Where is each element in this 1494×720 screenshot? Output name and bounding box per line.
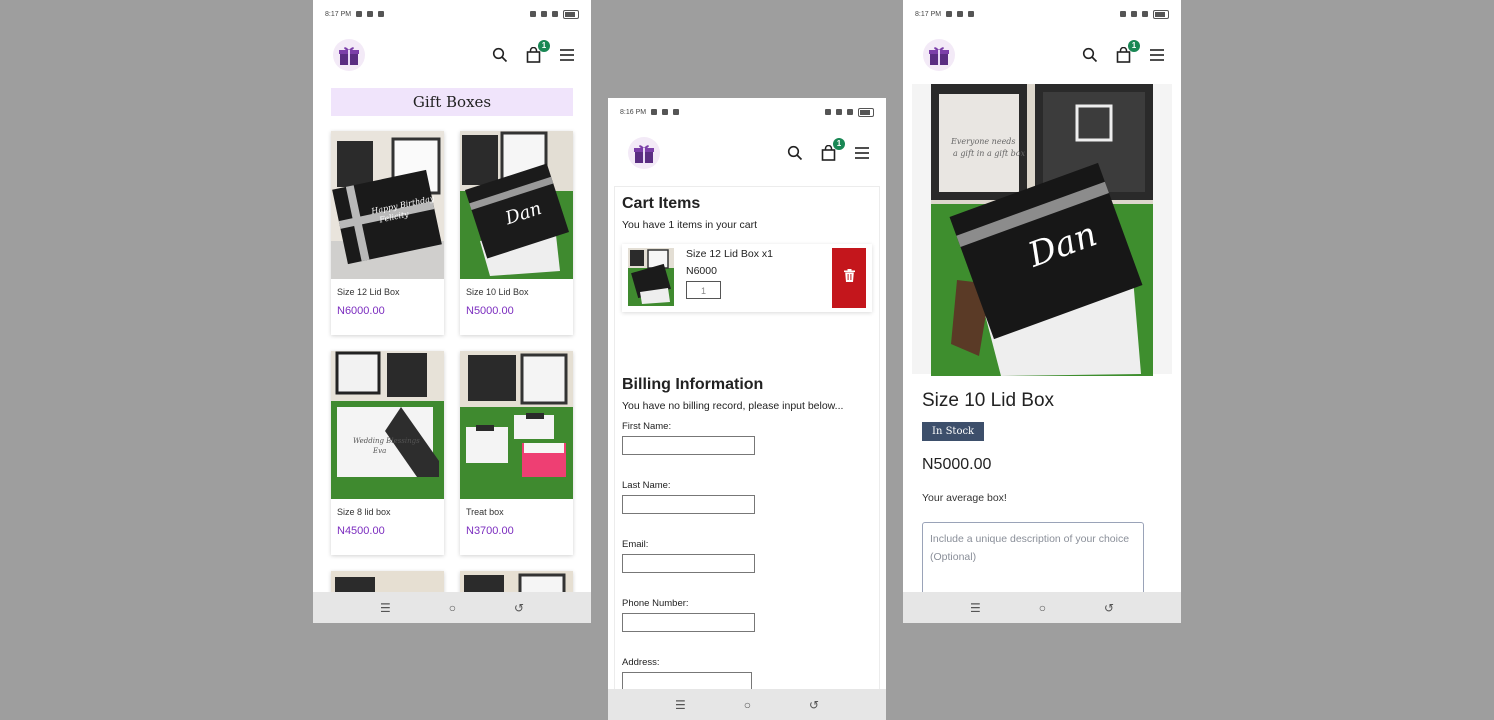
product-card[interactable]: Treat box N3700.00 — [460, 351, 573, 555]
trash-icon — [843, 269, 855, 287]
cart-item-price: N6000 — [686, 265, 717, 277]
cart-title: Cart Items — [622, 195, 701, 212]
phone-label: Phone Number: — [622, 598, 689, 609]
category-title: Gift Boxes — [331, 88, 573, 116]
cart-count-badge: 1 — [833, 138, 845, 150]
battery-icon — [1153, 9, 1169, 19]
search-icon[interactable] — [787, 145, 803, 161]
back-icon[interactable]: ↺ — [514, 601, 524, 615]
phone-screen-catalog: 8:17 PM 1 Gift Boxes Happy Birthday Felic… — [313, 0, 591, 623]
billing-subtitle: You have no billing record, please input… — [622, 400, 844, 412]
cart-icon[interactable]: 1 — [821, 138, 845, 161]
product-price: N3700.00 — [466, 525, 514, 537]
product-description: Your average box! — [922, 492, 1007, 504]
cart-subtitle: You have 1 items in your cart — [622, 219, 758, 231]
status-time: 8:16 PM — [620, 108, 647, 116]
recents-icon[interactable]: ☰ — [970, 601, 981, 615]
cart-item-name: Size 12 Lid Box x1 — [686, 248, 773, 260]
status-time: 8:17 PM — [915, 10, 942, 18]
product-name: Size 12 Lid Box — [337, 287, 400, 297]
quantity-input[interactable]: 1 — [686, 281, 721, 299]
system-nav-bar: ☰ ○ ↺ — [313, 592, 591, 623]
svg-text:Everyone needs: Everyone needs — [950, 137, 1016, 146]
product-image: Happy Birthday Felicity — [331, 131, 444, 279]
product-price: N5000.00 — [466, 305, 514, 317]
phone-field[interactable] — [622, 613, 755, 632]
search-icon[interactable] — [492, 47, 508, 63]
home-icon[interactable]: ○ — [449, 601, 456, 615]
status-time: 8:17 PM — [325, 10, 352, 18]
phone-screen-cart: 8:16 PM 1 Cart Items You have 1 items in… — [608, 98, 886, 720]
product-image: Everyone needs a gift in a gift box Dan — [912, 84, 1172, 376]
search-icon[interactable] — [1082, 47, 1098, 63]
cart-item: Size 12 Lid Box x1 N6000 1 — [622, 244, 872, 312]
system-nav-bar: ☰ ○ ↺ — [608, 689, 886, 720]
product-name: Treat box — [466, 507, 504, 517]
recents-icon[interactable]: ☰ — [380, 601, 391, 615]
product-price: N6000.00 — [337, 305, 385, 317]
battery-icon — [563, 9, 579, 19]
cart-count-badge: 1 — [538, 40, 550, 52]
custom-description-input[interactable]: Include a unique description of your cho… — [922, 522, 1144, 602]
product-price: N4500.00 — [337, 525, 385, 537]
email-field[interactable] — [622, 554, 755, 573]
cart-icon[interactable]: 1 — [1116, 40, 1140, 63]
battery-icon — [858, 107, 874, 117]
logo[interactable] — [333, 39, 365, 71]
last-name-label: Last Name: — [622, 480, 671, 491]
product-card[interactable]: Wedding Blessings Eva Size 8 lid box N450… — [331, 351, 444, 555]
product-price: N5000.00 — [922, 456, 992, 473]
product-card[interactable]: Dan Size 10 Lid Box N5000.00 — [460, 131, 573, 335]
svg-text:Eva: Eva — [372, 447, 386, 455]
stock-badge: In Stock — [922, 422, 985, 441]
app-header: 1 — [313, 28, 591, 82]
first-name-field[interactable] — [622, 436, 755, 455]
back-icon[interactable]: ↺ — [809, 698, 819, 712]
product-title: Size 10 Lid Box — [922, 390, 1055, 411]
home-icon[interactable]: ○ — [1039, 601, 1046, 615]
status-bar: 8:17 PM — [313, 0, 591, 28]
last-name-field[interactable] — [622, 495, 755, 514]
product-name: Size 10 Lid Box — [466, 287, 529, 297]
app-header: 1 — [608, 126, 886, 180]
product-image: Wedding Blessings Eva — [331, 351, 444, 499]
cart-panel: Cart Items You have 1 items in your cart… — [614, 186, 880, 712]
status-bar: 8:17 PM — [903, 0, 1181, 28]
back-icon[interactable]: ↺ — [1104, 601, 1114, 615]
product-card[interactable]: Happy Birthday Felicity Size 12 Lid Box N… — [331, 131, 444, 335]
recents-icon[interactable]: ☰ — [675, 698, 686, 712]
cart-count-badge: 1 — [1128, 40, 1140, 52]
phone-screen-product: 8:17 PM 1 Everyone needs a gift in a gift… — [903, 0, 1181, 623]
logo[interactable] — [923, 39, 955, 71]
product-name: Size 8 lid box — [337, 507, 391, 517]
product-image: Dan — [460, 131, 573, 279]
home-icon[interactable]: ○ — [744, 698, 751, 712]
billing-title: Billing Information — [622, 376, 764, 393]
first-name-label: First Name: — [622, 421, 672, 432]
svg-text:a gift in a gift box: a gift in a gift box — [953, 149, 1026, 158]
status-bar: 8:16 PM — [608, 98, 886, 126]
address-label: Address: — [622, 657, 660, 668]
product-image — [460, 351, 573, 499]
menu-icon[interactable] — [559, 48, 575, 62]
cart-item-image — [628, 248, 674, 306]
svg-text:Wedding Blessings: Wedding Blessings — [353, 437, 420, 445]
email-label: Email: — [622, 539, 649, 550]
menu-icon[interactable] — [854, 146, 870, 160]
logo[interactable] — [628, 137, 660, 169]
system-nav-bar: ☰ ○ ↺ — [903, 592, 1181, 623]
menu-icon[interactable] — [1149, 48, 1165, 62]
delete-button[interactable] — [832, 248, 866, 308]
app-header: 1 — [903, 28, 1181, 82]
cart-icon[interactable]: 1 — [526, 40, 550, 63]
